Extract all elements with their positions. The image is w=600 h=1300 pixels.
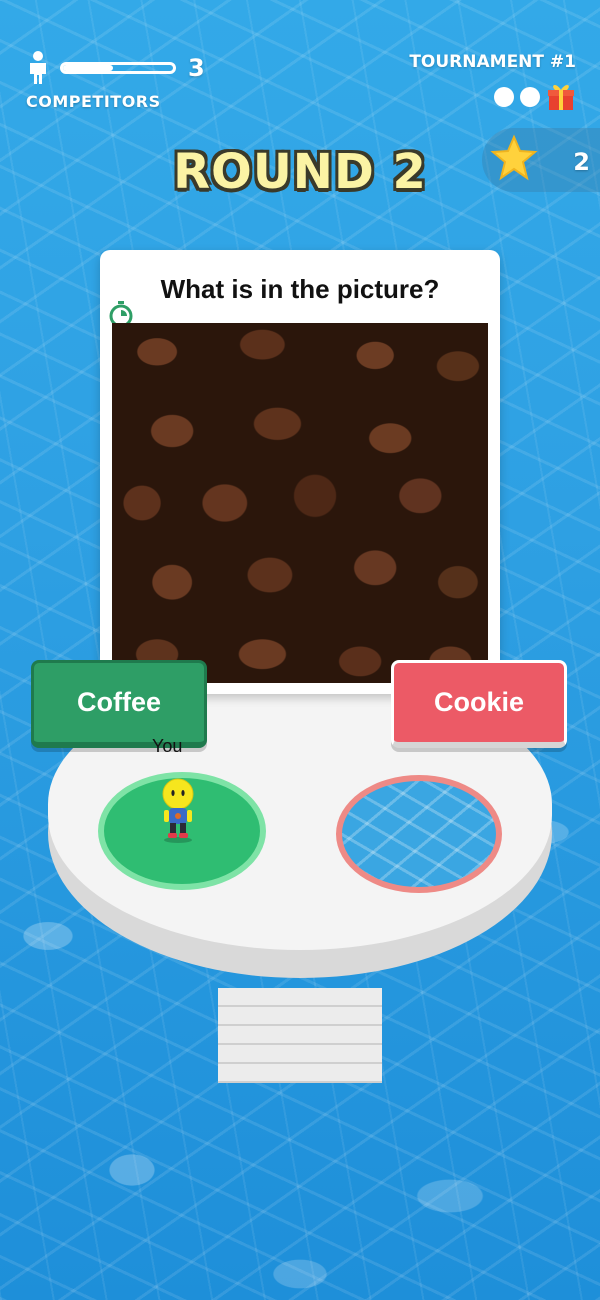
stair-step xyxy=(218,1045,382,1064)
competitors-count: 3 xyxy=(188,54,205,82)
gift-icon[interactable] xyxy=(546,82,576,112)
tournament-dot xyxy=(494,87,514,107)
player-label: You xyxy=(152,736,183,756)
answer-button-left[interactable]: Coffee xyxy=(31,660,207,748)
person-icon xyxy=(30,51,46,84)
stair-step xyxy=(218,1064,382,1083)
stair-step xyxy=(218,1007,382,1026)
stair-step xyxy=(218,1026,382,1045)
answer-button-right[interactable]: Cookie xyxy=(391,660,567,748)
round-title: ROUND 2 xyxy=(173,144,427,200)
tournament-label: TOURNAMENT #1 xyxy=(409,52,576,72)
answer-zone-right[interactable] xyxy=(336,775,502,893)
tournament-dot xyxy=(520,87,540,107)
competitors-progress-bar xyxy=(60,62,176,74)
player-character[interactable] xyxy=(156,776,200,844)
competitors-progress-fill xyxy=(63,65,113,71)
tournament-progress xyxy=(494,82,576,112)
coffee-beans-photo xyxy=(112,323,488,683)
stair-step xyxy=(218,988,382,1007)
question-text: What is in the picture? xyxy=(160,274,440,304)
competitors-label: COMPETITORS xyxy=(26,92,161,111)
stairs xyxy=(218,988,382,1083)
